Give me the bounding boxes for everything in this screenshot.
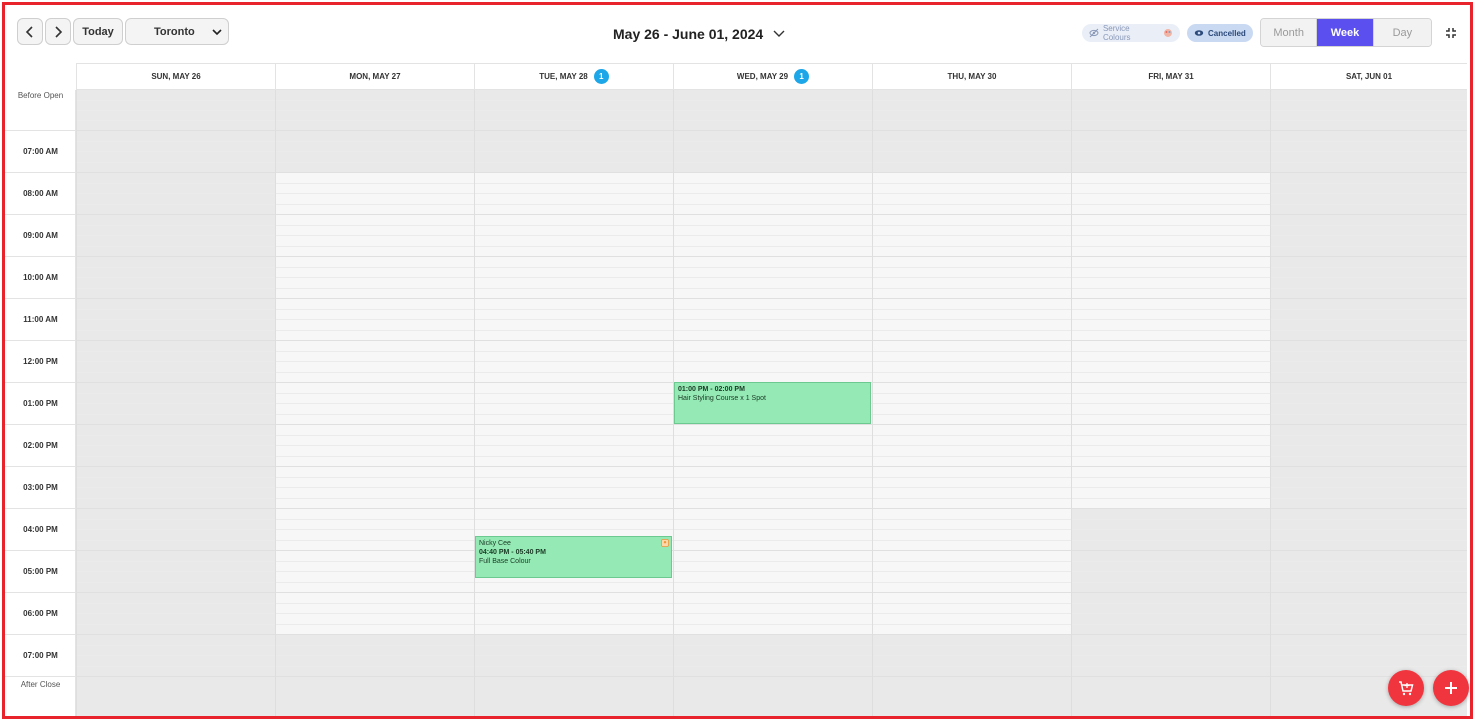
event-time: 04:40 PM - 05:40 PM <box>479 549 546 556</box>
day-header[interactable]: SAT, JUN 01 <box>1270 63 1467 90</box>
gutter-divider <box>5 214 76 215</box>
day-header-label: TUE, MAY 28 <box>539 72 588 81</box>
day-header-label: SUN, MAY 26 <box>151 72 201 81</box>
gutter-divider <box>5 466 76 467</box>
plus-icon <box>1445 682 1457 694</box>
event-time: 01:00 PM - 02:00 PM <box>678 386 745 393</box>
time-label: 03:00 PM <box>23 483 58 492</box>
appointment-count-badge: 1 <box>593 69 609 84</box>
time-label: 12:00 PM <box>23 357 58 366</box>
week-grid[interactable]: 01:00 PM - 02:00 PM Hair Styling Course x… <box>76 90 1467 716</box>
day-column <box>275 90 474 716</box>
quick-sale-button[interactable] <box>1388 670 1424 706</box>
chevron-right-icon <box>55 25 63 38</box>
event-client: Nicky Cee <box>479 540 511 547</box>
day-header-label: THU, MAY 30 <box>947 72 997 81</box>
time-label: Before Open <box>17 91 64 100</box>
day-column <box>872 90 1071 716</box>
toolbar: Today Toronto May 26 - June 01, 2024 Ser… <box>5 5 1470 63</box>
time-label: 11:00 AM <box>23 315 58 324</box>
time-label: 05:00 PM <box>23 567 58 576</box>
day-header[interactable]: SUN, MAY 26 <box>76 63 275 90</box>
time-label: 07:00 AM <box>23 147 58 156</box>
view-month-button[interactable]: Month <box>1261 19 1318 46</box>
day-column <box>474 90 673 716</box>
day-column <box>1270 90 1467 716</box>
time-gutter: Before Open 07:00 AM 08:00 AM 09:00 AM 10:00… <box>5 90 76 716</box>
prev-week-button[interactable] <box>17 18 43 45</box>
gutter-divider <box>5 256 76 257</box>
gutter-divider <box>5 340 76 341</box>
time-label: 01:00 PM <box>23 399 58 408</box>
gutter-divider <box>5 424 76 425</box>
day-header[interactable]: WED, MAY 29 1 <box>673 63 872 90</box>
time-label: 02:00 PM <box>23 441 58 450</box>
collapse-icon[interactable] <box>1445 27 1457 39</box>
time-label: 06:00 PM <box>23 609 58 618</box>
gutter-divider <box>5 382 76 383</box>
cancelled-toggle[interactable]: Cancelled <box>1187 24 1253 42</box>
today-button[interactable]: Today <box>73 18 123 45</box>
day-column <box>76 90 275 716</box>
view-day-button[interactable]: Day <box>1373 19 1431 46</box>
day-header[interactable]: TUE, MAY 28 1 <box>474 63 673 90</box>
location-value: Toronto <box>154 25 195 38</box>
chevron-down-icon <box>212 29 222 36</box>
gutter-divider <box>5 634 76 635</box>
add-appointment-button[interactable] <box>1433 670 1469 706</box>
appointment-event[interactable]: Nicky Cee 04:40 PM - 05:40 PM Full Base Co… <box>475 536 672 578</box>
gutter-divider <box>5 592 76 593</box>
date-range-title[interactable]: May 26 - June 01, 2024 <box>613 26 763 42</box>
time-label: 04:00 PM <box>23 525 58 534</box>
date-range-chevron-icon[interactable] <box>772 29 786 39</box>
day-header[interactable]: MON, MAY 27 <box>275 63 474 90</box>
service-colours-label: Service Colours <box>1102 24 1131 42</box>
service-colours-toggle[interactable]: Service Colours <box>1082 24 1180 42</box>
day-header-label: WED, MAY 29 <box>736 72 789 81</box>
palette-icon <box>1164 29 1173 37</box>
day-header[interactable]: FRI, MAY 31 <box>1071 63 1270 90</box>
eye-off-icon <box>1089 28 1099 38</box>
day-header-label: MON, MAY 27 <box>349 72 401 81</box>
calendar-frame: Today Toronto May 26 - June 01, 2024 Ser… <box>2 2 1473 719</box>
time-label: 10:00 AM <box>23 273 58 282</box>
gutter-divider <box>5 172 76 173</box>
chevron-left-icon <box>25 25 33 38</box>
appointment-event[interactable]: 01:00 PM - 02:00 PM Hair Styling Course x… <box>674 382 871 424</box>
view-week-button[interactable]: Week <box>1317 19 1374 46</box>
location-select[interactable]: Toronto <box>125 18 229 45</box>
day-header[interactable]: THU, MAY 30 <box>872 63 1071 90</box>
gutter-divider <box>5 550 76 551</box>
time-label: 08:00 AM <box>23 189 58 198</box>
cancelled-label: Cancelled <box>1208 28 1246 38</box>
cart-add-icon <box>1399 681 1414 696</box>
gutter-divider <box>5 130 76 131</box>
appointment-count-badge: 1 <box>794 69 810 84</box>
gutter-divider <box>5 508 76 509</box>
day-column <box>1071 90 1270 716</box>
eye-icon <box>1194 30 1204 36</box>
view-switcher: Month Week Day <box>1260 18 1432 47</box>
time-label: After Close <box>20 680 61 689</box>
event-title: Hair Styling Course x 1 Spot <box>678 395 766 402</box>
day-header-label: SAT, JUN 01 <box>1345 72 1393 81</box>
new-client-icon <box>661 539 669 547</box>
time-label: 09:00 AM <box>23 231 58 240</box>
time-label: 07:00 PM <box>23 651 58 660</box>
event-title: Full Base Colour <box>479 558 531 565</box>
next-week-button[interactable] <box>45 18 71 45</box>
day-header-label: FRI, MAY 31 <box>1148 72 1194 81</box>
gutter-divider <box>5 676 76 677</box>
gutter-divider <box>5 298 76 299</box>
